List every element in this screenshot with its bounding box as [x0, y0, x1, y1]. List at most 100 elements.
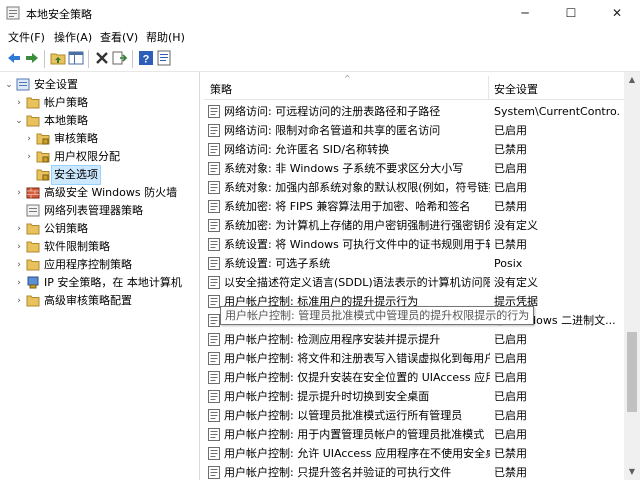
- policy-item-icon: [208, 162, 220, 175]
- table-row[interactable]: 以安全描述符定义语言(SDDL)语法表示的计算机访问限制 没有定义: [204, 273, 624, 292]
- menu-view[interactable]: 查看(V): [100, 29, 138, 45]
- table-row[interactable]: 用户帐户控制: 仅提升安装在安全位置的 UIAccess 应用程序 已启用: [204, 368, 624, 387]
- tree-label: 高级审核策略配置: [44, 294, 132, 307]
- table-row[interactable]: 网络访问: 允许匿名 SID/名称转换 已禁用: [204, 140, 624, 159]
- tree-label: IP 安全策略，在 本地计算机: [44, 276, 182, 289]
- policy-name: 用户帐户控制: 提示提升时切换到安全桌面: [224, 390, 430, 403]
- policy-name: 系统设置: 将 Windows 可执行文件中的证书规则用于软件...: [224, 238, 490, 251]
- table-row[interactable]: 用户帐户控制: 以管理员批准模式运行所有管理员 已启用: [204, 406, 624, 425]
- scroll-down-arrow-icon[interactable]: ▼: [624, 464, 640, 480]
- policy-setting-value: 已启用: [494, 333, 527, 346]
- table-row[interactable]: 系统对象: 加强内部系统对象的默认权限(例如，符号链接) 已启用: [204, 178, 624, 197]
- back-arrow-icon[interactable]: [6, 50, 22, 66]
- policy-item-icon: [208, 466, 220, 479]
- tree-label: 帐户策略: [44, 96, 88, 109]
- table-row[interactable]: 网络访问: 限制对命名管道和共享的匿名访问 已启用: [204, 121, 624, 140]
- table-row[interactable]: 用户帐户控制: 检测应用程序安装并提示提升 已启用: [204, 330, 624, 349]
- locked-folder-icon: [36, 151, 50, 163]
- policy-setting-value: Posix: [494, 257, 523, 270]
- locked-folder-icon: [36, 133, 50, 145]
- policy-name: 网络访问: 限制对命名管道和共享的匿名访问: [224, 124, 441, 137]
- policy-tooltip: 用户帐户控制: 管理员批准模式中管理员的提升权限提示的行为: [220, 306, 535, 325]
- properties-icon[interactable]: [156, 50, 172, 66]
- tree-label: 公钥策略: [44, 222, 88, 235]
- policy-name: 用户帐户控制: 以管理员批准模式运行所有管理员: [224, 409, 463, 422]
- policy-item-icon: [208, 257, 220, 270]
- policy-item-icon: [208, 181, 220, 194]
- maximize-button[interactable]: ☐: [548, 0, 594, 26]
- help-icon[interactable]: ?: [138, 50, 154, 66]
- forward-arrow-icon[interactable]: [24, 50, 40, 66]
- column-header-setting[interactable]: 安全设置: [494, 81, 538, 97]
- policy-setting-value: 已禁用: [494, 466, 527, 479]
- policy-name: 用户帐户控制: 将文件和注册表写入错误虚拟化到每用户位置: [224, 352, 490, 365]
- menu-file[interactable]: 文件(F): [8, 29, 45, 45]
- table-row[interactable]: 用户帐户控制: 用于内置管理员帐户的管理员批准模式 已启用: [204, 425, 624, 444]
- chevron-right-icon[interactable]: ›: [14, 274, 24, 292]
- table-row[interactable]: 用户帐户控制: 提示提升时切换到安全桌面 已启用: [204, 387, 624, 406]
- policy-setting-value: 已启用: [494, 352, 527, 365]
- scroll-up-arrow-icon[interactable]: ▲: [624, 72, 640, 88]
- navigation-tree: ⌄ 安全设置 › 帐户策略 ⌄ 本地策略 › 审核策略 › 用户权限分配 安全选…: [0, 72, 200, 480]
- tree-label: 网络列表管理器策略: [44, 204, 143, 217]
- column-header-policy[interactable]: 策略: [210, 81, 232, 97]
- policy-item-icon: [208, 238, 220, 251]
- policy-item-icon: [208, 409, 220, 422]
- policy-item-icon: [208, 124, 220, 137]
- chevron-right-icon[interactable]: ›: [24, 148, 34, 166]
- policy-name: 以安全描述符定义语言(SDDL)语法表示的计算机访问限制: [224, 276, 490, 289]
- policy-name: 用户帐户控制: 用于内置管理员帐户的管理员批准模式: [224, 428, 485, 441]
- policy-item-icon: [208, 200, 220, 213]
- locked-folder-icon: [36, 169, 50, 181]
- tree-label: 审核策略: [54, 132, 98, 145]
- chevron-right-icon[interactable]: ›: [14, 256, 24, 274]
- export-list-icon[interactable]: [112, 50, 128, 66]
- tree-label: 本地策略: [44, 114, 88, 127]
- show-hide-tree-icon[interactable]: [68, 50, 84, 66]
- close-button[interactable]: ✕: [594, 0, 640, 26]
- tree-label: 安全选项: [51, 165, 101, 185]
- delete-icon[interactable]: [94, 50, 110, 66]
- policy-setting-value: 已启用: [494, 371, 527, 384]
- table-row[interactable]: 用户帐户控制: 只提升签名并验证的可执行文件 已禁用: [204, 463, 624, 480]
- tree-label: 用户权限分配: [54, 150, 120, 163]
- policy-setting-value: 已启用: [494, 409, 527, 422]
- table-row[interactable]: 系统设置: 将 Windows 可执行文件中的证书规则用于软件... 已禁用: [204, 235, 624, 254]
- table-row[interactable]: 系统加密: 将 FIPS 兼容算法用于加密、哈希和签名 已禁用: [204, 197, 624, 216]
- menu-action[interactable]: 操作(A): [54, 29, 92, 45]
- toolbar-separator: [132, 50, 133, 68]
- vertical-scrollbar[interactable]: ▲ ▼: [624, 72, 640, 480]
- policy-name: 系统对象: 非 Windows 子系统不要求区分大小写: [224, 162, 464, 175]
- table-row[interactable]: 用户帐户控制: 将文件和注册表写入错误虚拟化到每用户位置 已启用: [204, 349, 624, 368]
- policy-item-icon: [208, 352, 220, 365]
- folder-icon: [26, 241, 40, 253]
- table-row[interactable]: 用户帐户控制: 允许 UIAccess 应用程序在不使用安全桌面... 已禁用: [204, 444, 624, 463]
- expand-chevron-icon[interactable]: ⌄: [4, 76, 14, 94]
- chevron-down-icon[interactable]: ⌄: [14, 112, 24, 130]
- policy-name: 用户帐户控制: 只提升签名并验证的可执行文件: [224, 466, 452, 479]
- table-row[interactable]: 网络访问: 可远程访问的注册表路径和子路径 System\CurrentContr…: [204, 102, 624, 121]
- chevron-right-icon[interactable]: ›: [14, 220, 24, 238]
- table-row[interactable]: 系统加密: 为计算机上存储的用户密钥强制进行强密钥保护 没有定义: [204, 216, 624, 235]
- folder-icon: [26, 295, 40, 307]
- chevron-right-icon[interactable]: ›: [14, 94, 24, 112]
- column-divider[interactable]: [488, 76, 489, 100]
- policy-name: 网络访问: 可远程访问的注册表路径和子路径: [224, 105, 441, 118]
- chevron-right-icon[interactable]: ›: [14, 238, 24, 256]
- chevron-right-icon[interactable]: ›: [14, 292, 24, 310]
- table-row[interactable]: 系统对象: 非 Windows 子系统不要求区分大小写 已启用: [204, 159, 624, 178]
- up-folder-icon[interactable]: [50, 50, 66, 66]
- policy-name: 系统设置: 可选子系统: [224, 257, 331, 270]
- policy-setting-value: 已启用: [494, 181, 527, 194]
- policy-setting-value: System\CurrentContro...: [494, 105, 620, 118]
- security-settings-icon: [16, 78, 30, 91]
- minimize-button[interactable]: ─: [502, 0, 548, 26]
- policy-item-icon: [208, 219, 220, 232]
- policy-setting-value: 已启用: [494, 162, 527, 175]
- table-row[interactable]: 系统设置: 可选子系统 Posix: [204, 254, 624, 273]
- chevron-right-icon[interactable]: ›: [24, 130, 34, 148]
- policy-name: 系统对象: 加强内部系统对象的默认权限(例如，符号链接): [224, 181, 490, 194]
- menu-help[interactable]: 帮助(H): [146, 29, 185, 45]
- chevron-right-icon[interactable]: ›: [14, 184, 24, 202]
- scrollbar-thumb[interactable]: [627, 332, 637, 412]
